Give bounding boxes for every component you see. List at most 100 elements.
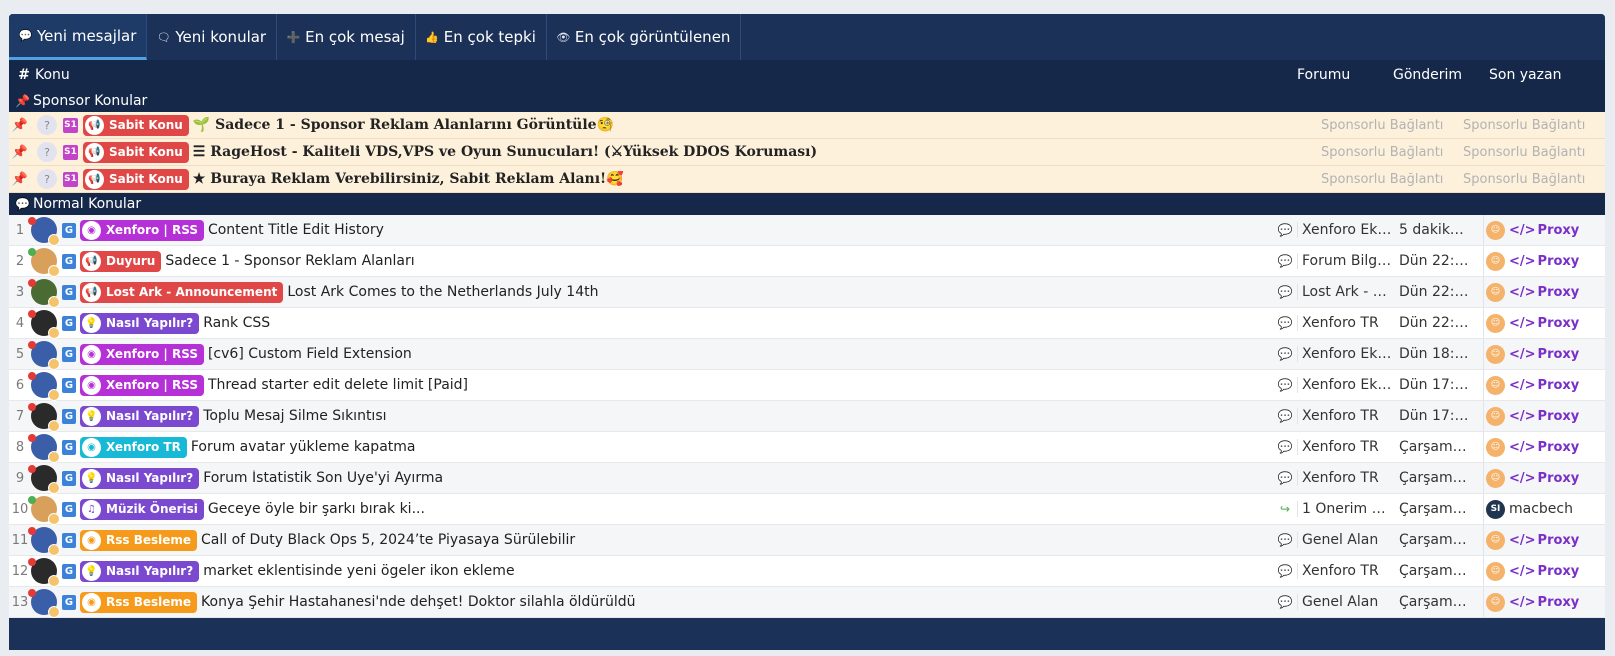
thread-title[interactable]: Call of Duty Black Ops 5, 2024’te Piyasa… — [201, 532, 1273, 548]
sponsor-row[interactable]: 📌? S1 📢 Sabit Konu ☰ RageHost - Kaliteli VDS… — [9, 139, 1605, 166]
forum-link[interactable]: Xenforo Ekle... — [1297, 222, 1393, 238]
avatar[interactable]: ☺ — [1486, 375, 1505, 395]
prefix-badge[interactable]: 📢 Sabit Konu — [83, 141, 189, 163]
table-row[interactable]: 11 G ◉ Rss Besleme Call of Duty Black Ops 5,… — [9, 524, 1605, 556]
post-date[interactable]: Dün 22:37... — [1393, 284, 1471, 300]
avatar[interactable]: ☺ — [1486, 282, 1505, 302]
prefix-badge[interactable]: 📢 Sabit Konu — [83, 168, 189, 190]
prefix-badge[interactable]: ♫ Müzik Önerisi — [80, 498, 204, 520]
avatar[interactable]: ☺ — [1486, 344, 1505, 364]
last-poster-link[interactable]: </> Proxy — [1509, 223, 1579, 238]
prefix-badge[interactable]: 📢 Duyuru — [80, 250, 162, 272]
last-poster-link[interactable]: </> Proxy — [1509, 533, 1579, 548]
post-date[interactable]: Çarşamb... — [1393, 532, 1471, 548]
avatar[interactable]: ☺ — [1486, 592, 1505, 612]
prefix-badge[interactable]: 📢 Sabit Konu — [83, 114, 189, 136]
forum-link[interactable]: Genel Alan — [1297, 532, 1393, 548]
post-date[interactable]: Çarşamb... — [1393, 594, 1471, 610]
table-row[interactable]: 7 G 💡 Nasıl Yapılır? Toplu Mesaj Silme Sıkın… — [9, 400, 1605, 432]
post-date[interactable]: Dün 17:16 ... — [1393, 408, 1471, 424]
last-poster-link[interactable]: </> Proxy — [1509, 316, 1579, 331]
prefix-badge[interactable]: ◉ Rss Besleme — [80, 591, 198, 613]
avatar[interactable]: ☺ — [1486, 406, 1505, 426]
avatar[interactable]: ☺ — [1486, 561, 1505, 581]
thread-title[interactable]: market eklentisinde yeni ögeler ikon ekl… — [203, 563, 1273, 579]
table-row[interactable]: 2 G 📢 Duyuru Sadece 1 - Sponsor Reklam Alanl… — [9, 245, 1605, 277]
thread-title[interactable]: Content Title Edit History — [208, 222, 1273, 238]
sponsored-link[interactable]: Sponsorlu Bağlantı — [1321, 172, 1463, 187]
avatar[interactable]: ☺ — [1486, 251, 1505, 271]
tab-3[interactable]: 👍 En çok tepki — [416, 14, 547, 60]
table-row[interactable]: 12 G 💡 Nasıl Yapılır? market eklentisinde ye… — [9, 555, 1605, 587]
sponsor-title[interactable]: 🌱 Sadece 1 - Sponsor Reklam Alanlarını G… — [193, 117, 1321, 133]
avatar[interactable]: ☺ — [1486, 530, 1505, 550]
tab-4[interactable]: 👁 En çok görüntülenen — [547, 14, 742, 60]
post-date[interactable]: Dün 22:11 ... — [1393, 315, 1471, 331]
thread-title[interactable]: Forum avatar yükleme kapatma — [191, 439, 1273, 455]
post-date[interactable]: Çarşamb... — [1393, 439, 1471, 455]
forum-link[interactable]: Genel Alan — [1297, 594, 1393, 610]
avatar[interactable] — [28, 434, 60, 463]
last-poster-link[interactable]: </> Proxy — [1509, 471, 1579, 486]
forum-link[interactable]: Forum Bilgil... — [1297, 253, 1393, 269]
table-row[interactable]: 6 G ◉ Xenforo | RSS Thread starter edit dele… — [9, 369, 1605, 401]
table-row[interactable]: 13 G ◉ Rss Besleme Konya Şehir Hastahanesi'n… — [9, 586, 1605, 618]
forum-link[interactable]: Lost Ark - Ge... — [1297, 284, 1393, 300]
tab-2[interactable]: ➕ En çok mesaj — [277, 14, 416, 60]
avatar[interactable]: ☺ — [1486, 437, 1505, 457]
tab-0[interactable]: 💬 Yeni mesajlar — [9, 14, 148, 60]
prefix-badge[interactable]: 💡 Nasıl Yapılır? — [80, 405, 200, 427]
table-row[interactable]: 4 G 💡 Nasıl Yapılır? Rank CSS 💬 Xenforo TR Dün … — [9, 307, 1605, 339]
avatar[interactable] — [28, 527, 60, 556]
prefix-badge[interactable]: ◉ Rss Besleme — [80, 529, 198, 551]
table-row[interactable]: 3 G 📢 Lost Ark - Announcement Lost Ark Comes… — [9, 276, 1605, 308]
avatar[interactable] — [28, 248, 60, 277]
sponsor-row[interactable]: 📌? S1 📢 Sabit Konu 🌱 Sadece 1 - Sponsor Rekl… — [9, 112, 1605, 139]
sponsored-link[interactable]: Sponsorlu Bağlantı — [1463, 172, 1605, 187]
header-forumu[interactable]: Forumu — [1297, 67, 1393, 83]
post-date[interactable]: Dün 22:39... — [1393, 253, 1471, 269]
avatar[interactable] — [28, 372, 60, 401]
table-row[interactable]: 9 G 💡 Nasıl Yapılır? Forum İstatistik Son Üy… — [9, 462, 1605, 494]
thread-title[interactable]: Geceye öyle bir şarkı bırak ki... — [208, 501, 1273, 517]
avatar[interactable] — [28, 279, 60, 308]
table-row[interactable]: 1 G ◉ Xenforo | RSS Content Title Edit Histo… — [9, 214, 1605, 246]
prefix-badge[interactable]: 💡 Nasıl Yapılır? — [80, 560, 200, 582]
forum-link[interactable]: Xenforo TR — [1297, 315, 1393, 331]
forum-link[interactable]: Xenforo Ekle... — [1297, 377, 1393, 393]
prefix-badge[interactable]: ◉ Xenforo | RSS — [80, 374, 204, 396]
avatar[interactable] — [28, 310, 60, 339]
sponsor-row[interactable]: 📌? S1 📢 Sabit Konu ★ Buraya Reklam Verebilir… — [9, 166, 1605, 193]
tab-1[interactable]: 🗨 Yeni konular — [147, 14, 278, 60]
forum-link[interactable]: Xenforo TR — [1297, 439, 1393, 455]
post-date[interactable]: Çarşamb... — [1393, 470, 1471, 486]
post-date[interactable]: 5 dakika ... — [1393, 222, 1471, 238]
avatar[interactable]: ☺ — [1486, 313, 1505, 333]
thread-title[interactable]: Forum İstatistik Son Üye'yi Ayırma — [203, 470, 1273, 486]
forum-link[interactable]: Xenforo Ekle... — [1297, 346, 1393, 362]
avatar[interactable]: ☺ — [1486, 468, 1505, 488]
thread-title[interactable]: Rank CSS — [203, 315, 1273, 331]
last-poster-link[interactable]: </> Proxy — [1509, 409, 1579, 424]
header-konu[interactable]: Konu — [35, 67, 1297, 83]
sponsor-title[interactable]: ★ Buraya Reklam Verebilirsiniz, Sabit Re… — [193, 171, 1321, 187]
last-poster-link[interactable]: </> Proxy — [1509, 347, 1579, 362]
last-poster-link[interactable]: </> Proxy — [1509, 285, 1579, 300]
table-row[interactable]: 10 G ♫ Müzik Önerisi Geceye öyle bir şarkı b… — [9, 493, 1605, 525]
last-poster-link[interactable]: </> Proxy — [1509, 564, 1579, 579]
forum-link[interactable]: Xenforo TR — [1297, 408, 1393, 424]
header-son-yazan[interactable]: Son yazan — [1489, 67, 1605, 83]
avatar[interactable] — [28, 589, 60, 618]
sponsored-link[interactable]: Sponsorlu Bağlantı — [1463, 118, 1605, 133]
post-date[interactable]: Çarşamb... — [1393, 501, 1471, 517]
prefix-badge[interactable]: 💡 Nasıl Yapılır? — [80, 312, 200, 334]
thread-title[interactable]: Toplu Mesaj Silme Sıkıntısı — [203, 408, 1273, 424]
post-date[interactable]: Dün 18:26... — [1393, 346, 1471, 362]
prefix-badge[interactable]: ◉ Xenforo TR — [80, 436, 187, 458]
post-date[interactable]: Dün 17:48... — [1393, 377, 1471, 393]
thread-title[interactable]: Sadece 1 - Sponsor Reklam Alanları — [165, 253, 1273, 269]
prefix-badge[interactable]: ◉ Xenforo | RSS — [80, 343, 204, 365]
avatar[interactable] — [28, 341, 60, 370]
last-poster-link[interactable]: </> Proxy — [1509, 378, 1579, 393]
last-poster-link[interactable]: macbech — [1509, 501, 1573, 517]
